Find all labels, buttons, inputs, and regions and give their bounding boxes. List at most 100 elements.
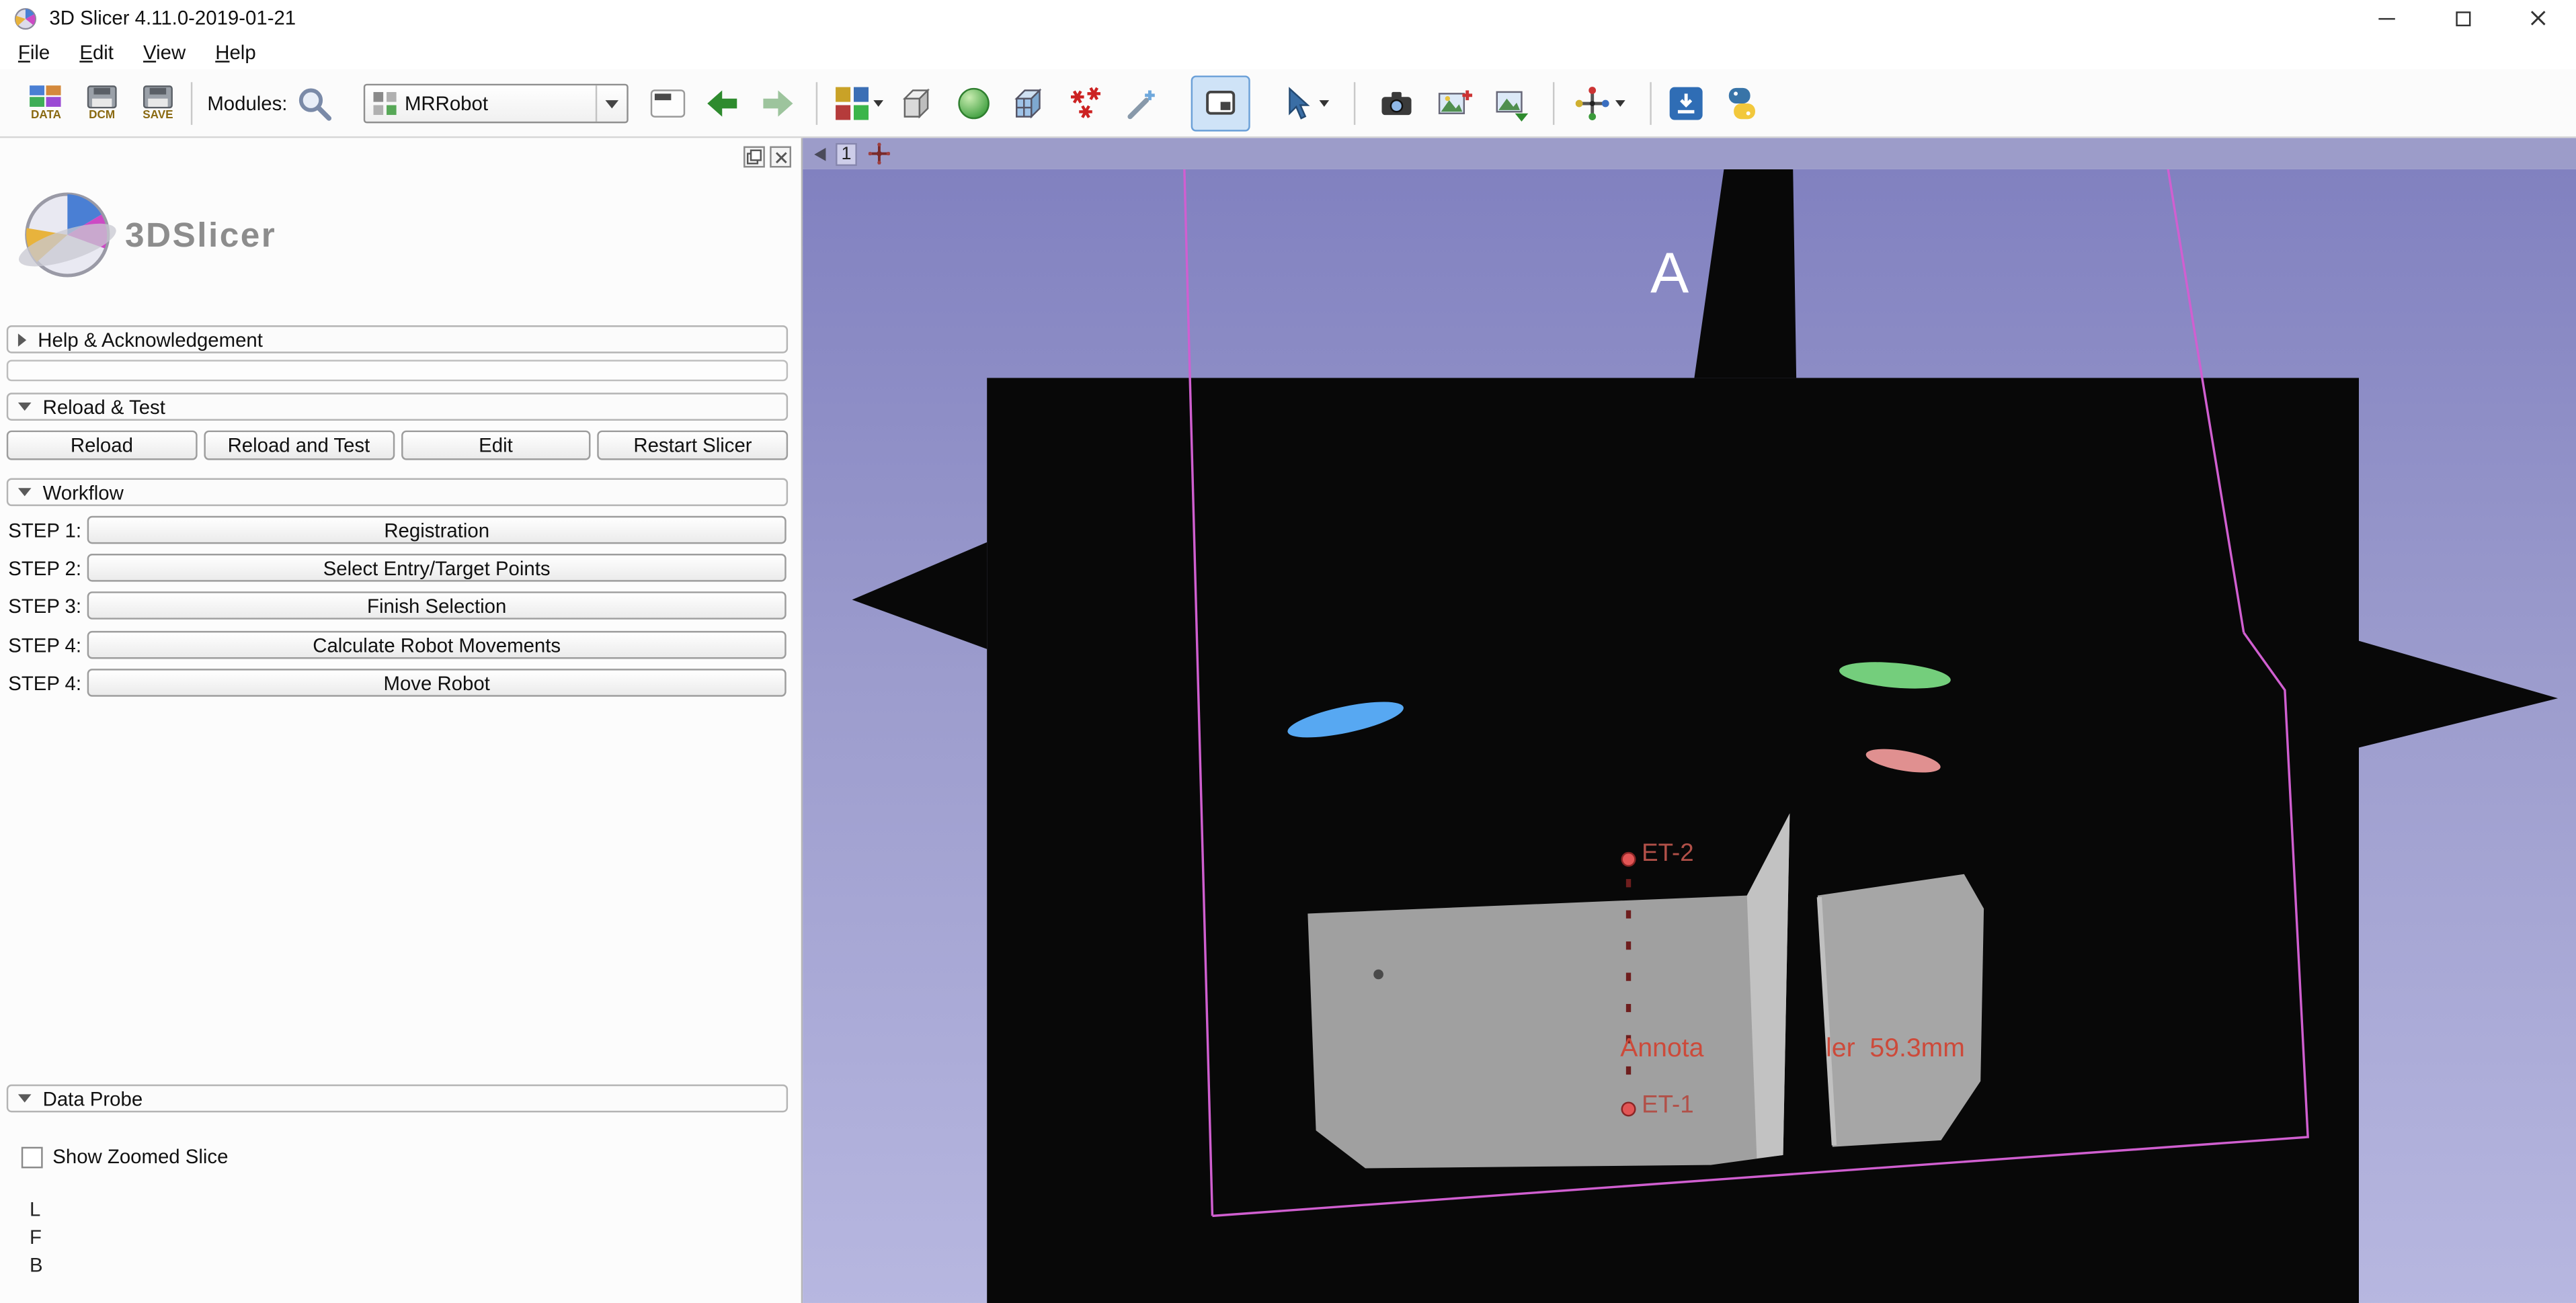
slice-intersections-toggle[interactable] xyxy=(1191,75,1250,131)
module-finder-button[interactable] xyxy=(290,75,339,131)
scene-view-restore-button[interactable] xyxy=(1487,75,1536,131)
module-history-icon xyxy=(650,89,686,118)
help-content-box xyxy=(7,360,788,381)
python-console-button[interactable] xyxy=(1718,75,1767,131)
section-title: Help & Acknowledgement xyxy=(38,328,263,351)
module-forward-button[interactable] xyxy=(754,75,803,131)
probe-axis-b: B xyxy=(30,1254,43,1277)
finish-selection-button[interactable]: Finish Selection xyxy=(87,591,787,620)
pin-icon[interactable] xyxy=(814,147,826,161)
volumes-button[interactable] xyxy=(1005,75,1054,131)
fiducial-point-et2[interactable] xyxy=(1622,853,1636,866)
extensions-manager-button[interactable] xyxy=(1661,75,1710,131)
volume-rendering-button[interactable] xyxy=(949,75,998,131)
scene-view-capture-button[interactable] xyxy=(1429,75,1478,131)
mouse-mode-button[interactable] xyxy=(1272,75,1338,131)
scene-render xyxy=(803,169,2576,1303)
module-selector-combo[interactable]: MRRobot xyxy=(364,84,629,124)
menu-view[interactable]: View xyxy=(128,36,200,69)
step-label: STEP 2: xyxy=(8,556,87,579)
voxel-cube-icon xyxy=(1010,84,1049,124)
module-selector-value: MRRobot xyxy=(405,92,596,115)
models-button[interactable] xyxy=(893,75,942,131)
fiducial-label-et2: ET-2 xyxy=(1642,839,1694,868)
section-help-acknowledgement[interactable]: Help & Acknowledgement xyxy=(7,325,788,353)
chevron-down-icon xyxy=(1319,100,1329,107)
section-reload-test[interactable]: Reload & Test xyxy=(7,392,788,421)
menu-help[interactable]: Help xyxy=(200,36,270,69)
load-data-button[interactable]: DATA xyxy=(22,75,71,131)
reload-and-test-button[interactable]: Reload and Test xyxy=(204,431,394,460)
threed-viewport[interactable]: A ET-2 ET-1 Annota ler 59.3mm xyxy=(803,169,2576,1303)
close-icon xyxy=(2530,10,2546,26)
collapse-arrow-icon xyxy=(18,1094,32,1102)
scene-restore-icon xyxy=(1492,84,1531,124)
module-back-button[interactable] xyxy=(698,75,747,131)
reload-button[interactable]: Reload xyxy=(7,431,197,460)
step-label: STEP 4: xyxy=(8,634,87,657)
section-workflow[interactable]: Workflow xyxy=(7,478,788,507)
chevron-down-icon xyxy=(873,100,883,107)
menu-edit[interactable]: Edit xyxy=(65,36,128,69)
minimize-icon xyxy=(2378,17,2394,19)
slice-intersections-icon xyxy=(1203,85,1239,122)
transforms-button[interactable] xyxy=(1117,75,1166,131)
dicom-button[interactable]: DCM xyxy=(77,75,126,131)
toolbar-separator xyxy=(191,82,192,125)
combo-dropdown-button[interactable] xyxy=(596,85,627,122)
module-history-button[interactable] xyxy=(645,75,691,131)
forward-arrow-icon xyxy=(758,84,798,124)
close-button[interactable] xyxy=(2500,0,2576,36)
save-caption: SAVE xyxy=(143,110,173,122)
markups-fiducial-icon xyxy=(1066,84,1106,124)
workflow-step-row: STEP 2: Select Entry/Target Points xyxy=(8,554,786,582)
load-data-caption: DATA xyxy=(31,110,61,122)
maximize-button[interactable] xyxy=(2425,0,2501,36)
camera-icon xyxy=(1377,84,1416,124)
toolbar-separator xyxy=(1553,82,1554,125)
slicer-window: 3D Slicer 4.11.0-2019-01-21 File Edit Vi… xyxy=(0,0,2576,1303)
crosshair-icon xyxy=(1572,84,1612,124)
volume-wedge-left xyxy=(852,542,988,649)
collapse-arrow-icon xyxy=(18,403,32,411)
markups-button[interactable] xyxy=(1061,75,1110,131)
fiducial-point-et1[interactable] xyxy=(1622,1103,1636,1116)
center-view-icon[interactable] xyxy=(867,141,892,166)
section-data-probe[interactable]: Data Probe xyxy=(7,1085,788,1113)
calculate-robot-movements-button[interactable]: Calculate Robot Movements xyxy=(87,631,787,659)
show-zoomed-slice-checkbox[interactable] xyxy=(22,1146,43,1167)
expand-arrow-icon xyxy=(18,333,26,346)
registration-button[interactable]: Registration xyxy=(87,516,787,544)
checkbox-label: Show Zoomed Slice xyxy=(52,1145,228,1168)
window-controls xyxy=(2349,0,2576,36)
save-button[interactable]: SAVE xyxy=(133,75,182,131)
workflow-step-row: STEP 4: Move Robot xyxy=(8,669,786,697)
toolbar-separator xyxy=(1354,82,1355,125)
phantom-slice-right xyxy=(1818,874,1984,1147)
panel-close-button[interactable] xyxy=(770,146,791,168)
save-icon xyxy=(143,85,173,108)
back-arrow-icon xyxy=(702,84,742,124)
chevron-down-icon xyxy=(605,99,618,108)
module-icon xyxy=(373,92,396,115)
main-toolbar: DATA DCM SAVE Modules: xyxy=(0,69,2576,138)
magic-wand-icon xyxy=(1122,84,1162,124)
chevron-down-icon xyxy=(1615,100,1625,107)
edit-button[interactable]: Edit xyxy=(401,431,591,460)
menu-file[interactable]: File xyxy=(3,36,65,69)
minimize-button[interactable] xyxy=(2349,0,2425,36)
restart-slicer-button[interactable]: Restart Slicer xyxy=(598,431,788,460)
extensions-icon xyxy=(1666,84,1706,124)
module-panel: 3DSlicer Help & Acknowledgement Reload &… xyxy=(0,138,803,1303)
select-entry-target-button[interactable]: Select Entry/Target Points xyxy=(87,554,787,582)
layout-selector-button[interactable] xyxy=(831,75,887,131)
crosshair-button[interactable] xyxy=(1566,75,1632,131)
slicer-logo-icon xyxy=(13,184,122,292)
screen-capture-button[interactable] xyxy=(1372,75,1421,131)
section-title: Reload & Test xyxy=(43,395,165,418)
panel-undock-button[interactable] xyxy=(743,146,765,168)
move-robot-button[interactable]: Move Robot xyxy=(87,669,787,697)
cube-icon xyxy=(898,84,938,124)
scene-snapshot-icon xyxy=(1435,84,1474,124)
window-title: 3D Slicer 4.11.0-2019-01-21 xyxy=(49,7,296,30)
